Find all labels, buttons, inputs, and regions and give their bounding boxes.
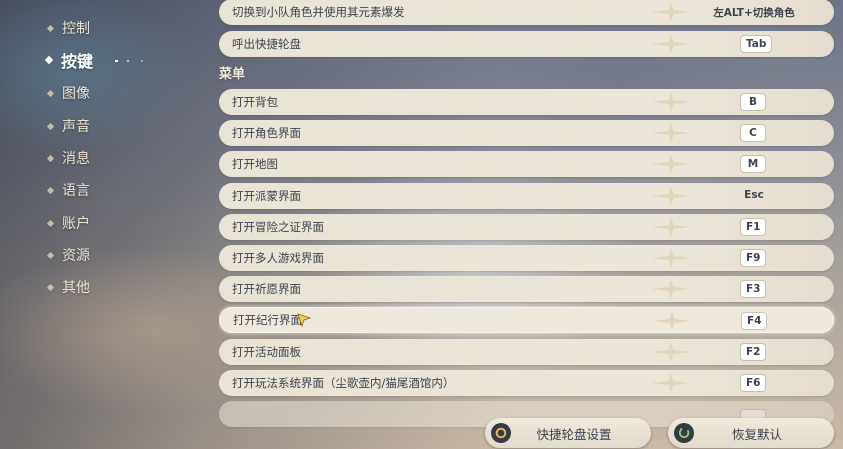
diamond-bullet-icon [46, 24, 55, 32]
keybind-action-label: 打开纪行界面 [233, 313, 302, 327]
diamond-bullet-icon [46, 89, 55, 97]
keybind-action-label: 打开地图 [232, 157, 278, 171]
sparkle-icon [651, 123, 691, 143]
keybind-row[interactable]: 打开多人游戏界面 F9 [219, 245, 834, 271]
restore-icon [674, 423, 694, 443]
keybind-keycap: B [741, 94, 765, 110]
keybind-action-label: 打开祈愿界面 [232, 282, 301, 296]
keybind-row[interactable]: 打开祈愿界面 F3 [219, 276, 834, 302]
section-title-menu: 菜单 [219, 67, 246, 82]
restore-default-button[interactable]: 恢复默认 [668, 418, 834, 448]
diamond-bullet-icon [46, 219, 55, 227]
keybind-keycap: Tab [741, 36, 772, 52]
keybind-key: 左ALT+切换角色 [713, 7, 795, 19]
diamond-bullet-icon [46, 251, 55, 259]
sparkle-icon [651, 92, 691, 112]
keybind-row[interactable]: 打开玩法系统界面（尘歌壶内/猫尾酒馆内） F6 [219, 370, 834, 396]
sidebar-item-label: 图像 [62, 86, 90, 102]
sidebar-item-label: 其他 [62, 280, 90, 296]
sparkle-icon [651, 373, 691, 393]
sidebar-item-messages[interactable]: 消息 [46, 146, 90, 170]
sparkle-icon [652, 311, 692, 331]
keybind-row-selected[interactable]: 打开纪行界面 F4 [219, 307, 834, 333]
wheel-settings-icon [491, 423, 511, 443]
keybind-keycap: F6 [741, 375, 766, 391]
keybind-action-label: 打开背包 [232, 95, 278, 109]
keybind-action-label: 打开玩法系统界面（尘歌壶内/猫尾酒馆内） [232, 376, 455, 390]
sidebar-item-label: 消息 [62, 151, 90, 167]
keybind-action-label: 打开多人游戏界面 [232, 251, 324, 265]
keybind-keycap: F2 [741, 344, 766, 360]
diamond-bullet-icon [46, 154, 55, 162]
sparkle-icon [651, 342, 691, 362]
sidebar-item-resources[interactable]: 资源 [46, 243, 90, 267]
keybind-row[interactable]: 打开地图 M [219, 151, 834, 177]
keybind-row[interactable]: 打开活动面板 F2 [219, 339, 834, 365]
keybind-action-label: 打开活动面板 [232, 345, 301, 359]
mouse-cursor-icon [297, 313, 311, 327]
keybind-keycap: C [741, 125, 765, 141]
keybind-row[interactable]: 打开角色界面 C [219, 120, 834, 146]
keybind-action-label: 打开角色界面 [232, 126, 301, 140]
sidebar-item-other[interactable]: 其他 [46, 275, 90, 299]
sidebar-item-label: 控制 [62, 21, 90, 37]
sparkle-icon [651, 154, 691, 174]
sidebar-item-label: 声音 [62, 119, 90, 135]
keybind-action-label: 切换到小队角色并使用其元素爆发 [232, 5, 405, 19]
sidebar-item-controls[interactable]: 控制 [46, 16, 90, 40]
sidebar-item-label: 语言 [62, 183, 90, 199]
sidebar-item-audio[interactable]: 声音 [46, 114, 90, 138]
keybind-row[interactable]: 呼出快捷轮盘 Tab [219, 31, 834, 57]
diamond-bullet-icon [44, 55, 54, 65]
sidebar-item-language[interactable]: 语言 [46, 178, 90, 202]
keybind-row[interactable]: 切换到小队角色并使用其元素爆发 左ALT+切换角色 [219, 0, 834, 25]
sparkle-icon [651, 279, 691, 299]
active-indicator-dots [115, 60, 175, 62]
diamond-bullet-icon [46, 122, 55, 130]
keybind-keycap: F9 [741, 250, 766, 266]
sidebar-item-graphics[interactable]: 图像 [46, 81, 90, 105]
keybind-keycap: M [741, 156, 765, 172]
keybind-keycap: F4 [742, 313, 767, 329]
diamond-bullet-icon [46, 283, 55, 291]
sparkle-icon [651, 248, 691, 268]
diamond-bullet-icon [46, 186, 55, 194]
keybind-keycap: F3 [741, 281, 766, 297]
keybind-row[interactable]: 打开派蒙界面 Esc [219, 183, 834, 209]
keybind-list[interactable]: 切换到小队角色并使用其元素爆发 左ALT+切换角色 呼出快捷轮盘 Tab 菜单 … [219, 0, 836, 449]
wheel-settings-button[interactable]: 快捷轮盘设置 [485, 418, 651, 448]
keybind-action-label: 呼出快捷轮盘 [232, 37, 301, 51]
settings-sidebar: 控制 按键 图像 声音 消息 语言 账户 资源 其他 [0, 0, 210, 449]
sidebar-item-keybinds[interactable]: 按键 [44, 48, 94, 72]
keybind-action-label: 打开冒险之证界面 [232, 220, 324, 234]
keybind-row[interactable]: 打开背包 B [219, 89, 834, 115]
sidebar-item-label: 账户 [62, 216, 90, 232]
sidebar-item-label: 资源 [62, 248, 90, 264]
sparkle-icon [651, 217, 691, 237]
sparkle-icon [651, 34, 691, 54]
keybind-keycap: F1 [741, 219, 766, 235]
sidebar-item-label: 按键 [61, 52, 94, 71]
keybind-key: Esc [744, 189, 764, 201]
sidebar-item-account[interactable]: 账户 [46, 211, 90, 235]
keybind-action-label: 打开派蒙界面 [232, 189, 301, 203]
keybind-row[interactable]: 打开冒险之证界面 F1 [219, 214, 834, 240]
